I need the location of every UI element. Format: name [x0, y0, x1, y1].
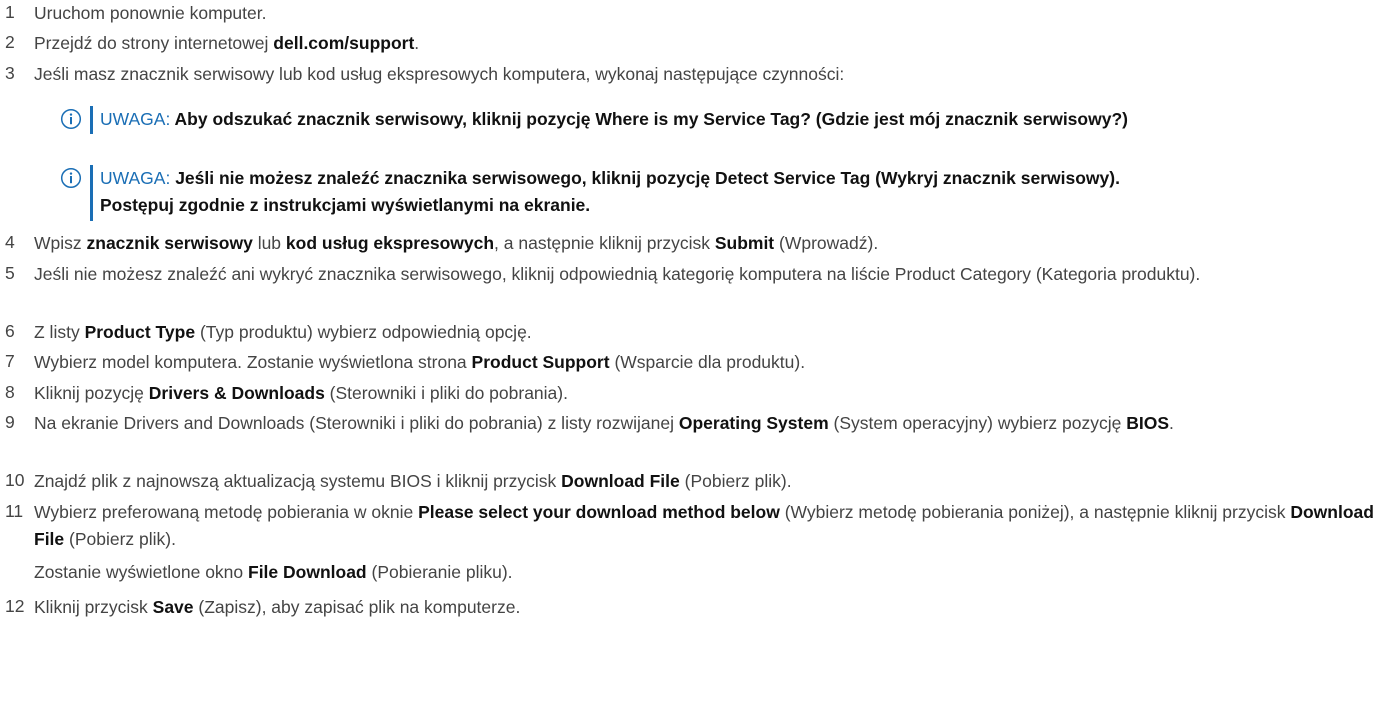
text-run: (Pobierz plik). [64, 529, 176, 549]
step-text: Jeśli masz znacznik serwisowy lub kod us… [34, 61, 1394, 88]
text-run: (System operacyjny) wybierz pozycję [828, 413, 1127, 433]
submit-button-label: Submit [714, 233, 775, 253]
bold-run: Drivers & Downloads [148, 383, 325, 403]
text-run: (Pobierz plik). [679, 471, 792, 491]
text-run: Uruchom ponownie komputer. [34, 3, 267, 23]
step-text: Uruchom ponownie komputer. [34, 0, 1394, 27]
bold-run: znacznik serwisowy [86, 233, 253, 253]
note-body-line2: Postępuj zgodnie z instrukcjami wyświetl… [100, 195, 591, 215]
bold-run: Product Type [84, 322, 196, 342]
text-run: Znajdź plik z najnowszą aktualizacją sys… [34, 471, 562, 491]
text-run: Z listy [34, 322, 85, 342]
note-label: UWAGA: [100, 168, 171, 188]
note-label: UWAGA: [100, 109, 171, 129]
note-bar [90, 165, 93, 221]
bold-run: Operating System [678, 413, 829, 433]
step-number: 4 [5, 232, 15, 252]
text-run: Jeśli masz znacznik serwisowy lub kod us… [34, 64, 845, 84]
info-circle-icon [60, 108, 82, 130]
text-run: . [1169, 413, 1174, 433]
info-circle-icon [60, 167, 82, 189]
bold-run: File Download [248, 562, 367, 582]
text-run: Na ekranie Drivers and Downloads (Sterow… [34, 413, 679, 433]
step-number: 8 [5, 382, 15, 402]
text-run: lub [252, 233, 286, 253]
step-text: Jeśli nie możesz znaleźć ani wykryć znac… [34, 261, 1389, 288]
support-link[interactable]: dell.com/support [273, 33, 414, 53]
text-run: Zostanie wyświetlone okno [34, 562, 248, 582]
text-run: Wybierz model komputera. Zostanie wyświe… [34, 352, 472, 372]
text-run: (Sterowniki i pliki do pobrania). [324, 383, 568, 403]
bold-run: BIOS [1126, 413, 1170, 433]
bold-run: Product Support [471, 352, 610, 372]
step-text: Kliknij przycisk Save (Zapisz), aby zapi… [34, 594, 1394, 621]
text-run: Wpisz [34, 233, 87, 253]
bold-run: Download File [561, 471, 680, 491]
step-text: Kliknij pozycję Drivers & Downloads (Ste… [34, 380, 1394, 407]
step-number: 10 [5, 470, 25, 490]
step-text: Wpisz znacznik serwisowy lub kod usług e… [34, 230, 1394, 257]
step-number: 1 [5, 2, 15, 22]
note-body: Aby odszukać znacznik serwisowy, kliknij… [174, 109, 1128, 129]
step-text: Na ekranie Drivers and Downloads (Sterow… [34, 410, 1389, 437]
text-run: (Typ produktu) wybierz odpowiednią opcję… [195, 322, 532, 342]
note-body: Jeśli nie możesz znaleźć znacznika serwi… [175, 168, 1120, 188]
text-run: (Wprowadź). [774, 233, 879, 253]
text-run: Kliknij przycisk [34, 597, 153, 617]
bold-run: kod usług ekspresowych [285, 233, 495, 253]
text-run: Kliknij pozycję [34, 383, 149, 403]
step-number: 7 [5, 351, 15, 371]
text-run: (Zapisz), aby zapisać plik na komputerze… [193, 597, 521, 617]
step-11-result: Zostanie wyświetlone okno File Download … [34, 560, 513, 584]
text-run: Przejdź do strony internetowej [34, 33, 274, 53]
text-run: , a następnie kliknij przycisk [494, 233, 715, 253]
text-run: . [414, 33, 420, 53]
step-number: 2 [5, 32, 15, 52]
note-2: UWAGA: Jeśli nie możesz znaleźć znacznik… [60, 165, 1398, 221]
text-run: (Pobieranie pliku). [366, 562, 513, 582]
step-number: 9 [5, 412, 15, 432]
note-bar [90, 106, 93, 134]
step-text: Znajdź plik z najnowszą aktualizacją sys… [34, 468, 1394, 495]
step-number: 3 [5, 63, 15, 83]
step-text: Wybierz preferowaną metodę pobierania w … [34, 499, 1389, 553]
step-number: 6 [5, 321, 15, 341]
note-text: UWAGA: Aby odszukać znacznik serwisowy, … [100, 106, 1398, 133]
step-text: Przejdź do strony internetowej dell.com/… [34, 30, 1394, 57]
bold-run: Please select your download method below [418, 502, 780, 522]
note-text: UWAGA: Jeśli nie możesz znaleźć znacznik… [100, 165, 1398, 219]
step-text: Wybierz model komputera. Zostanie wyświe… [34, 349, 1394, 376]
step-number: 12 [5, 596, 25, 616]
step-number: 11 [5, 501, 24, 521]
step-text: Z listy Product Type (Typ produktu) wybi… [34, 319, 1394, 346]
note-1: UWAGA: Aby odszukać znacznik serwisowy, … [60, 106, 1398, 134]
text-run: Wybierz preferowaną metodę pobierania w … [34, 502, 419, 522]
bold-run: Save [152, 597, 194, 617]
text-run: (Wybierz metodę pobierania poniżej), a n… [779, 502, 1291, 522]
text-run: (Wsparcie dla produktu). [609, 352, 806, 372]
text-run: Jeśli nie możesz znaleźć ani wykryć znac… [34, 264, 1201, 284]
step-number: 5 [5, 263, 15, 283]
